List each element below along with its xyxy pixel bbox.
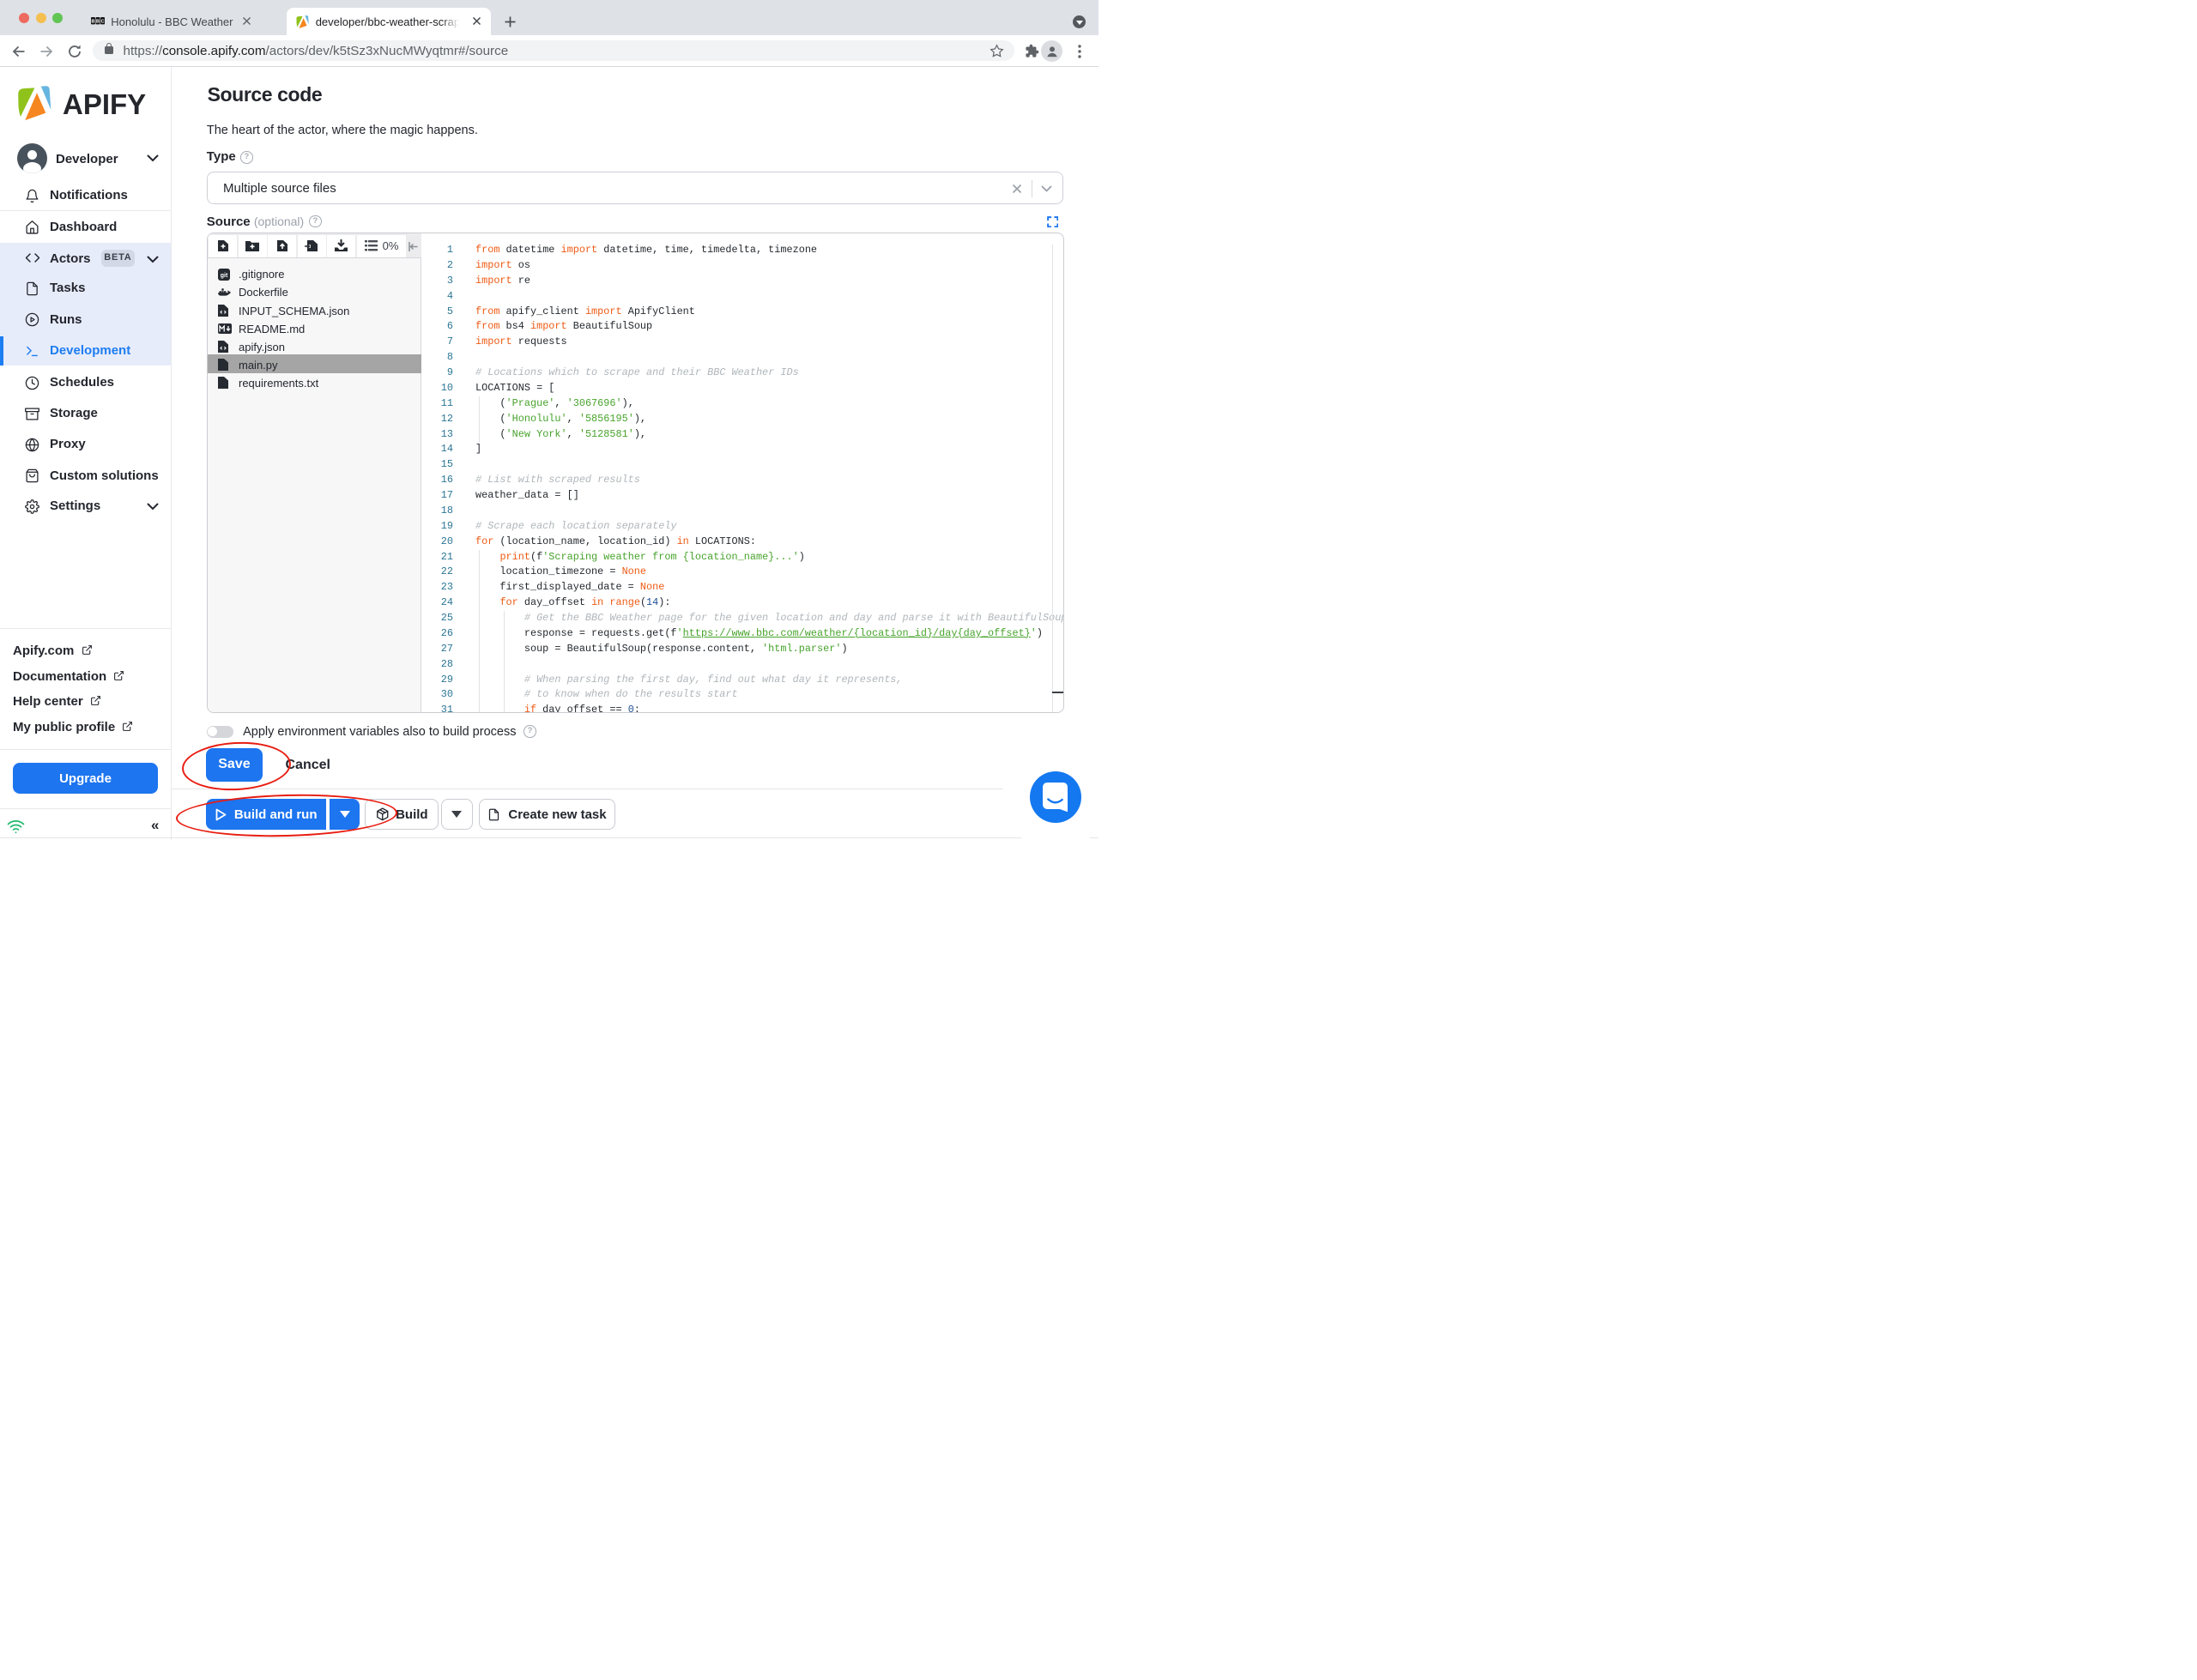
svg-text:C: C (100, 19, 104, 24)
svg-text:git: git (220, 273, 227, 279)
svg-text:B: B (91, 19, 94, 24)
svg-text:B: B (96, 19, 100, 24)
